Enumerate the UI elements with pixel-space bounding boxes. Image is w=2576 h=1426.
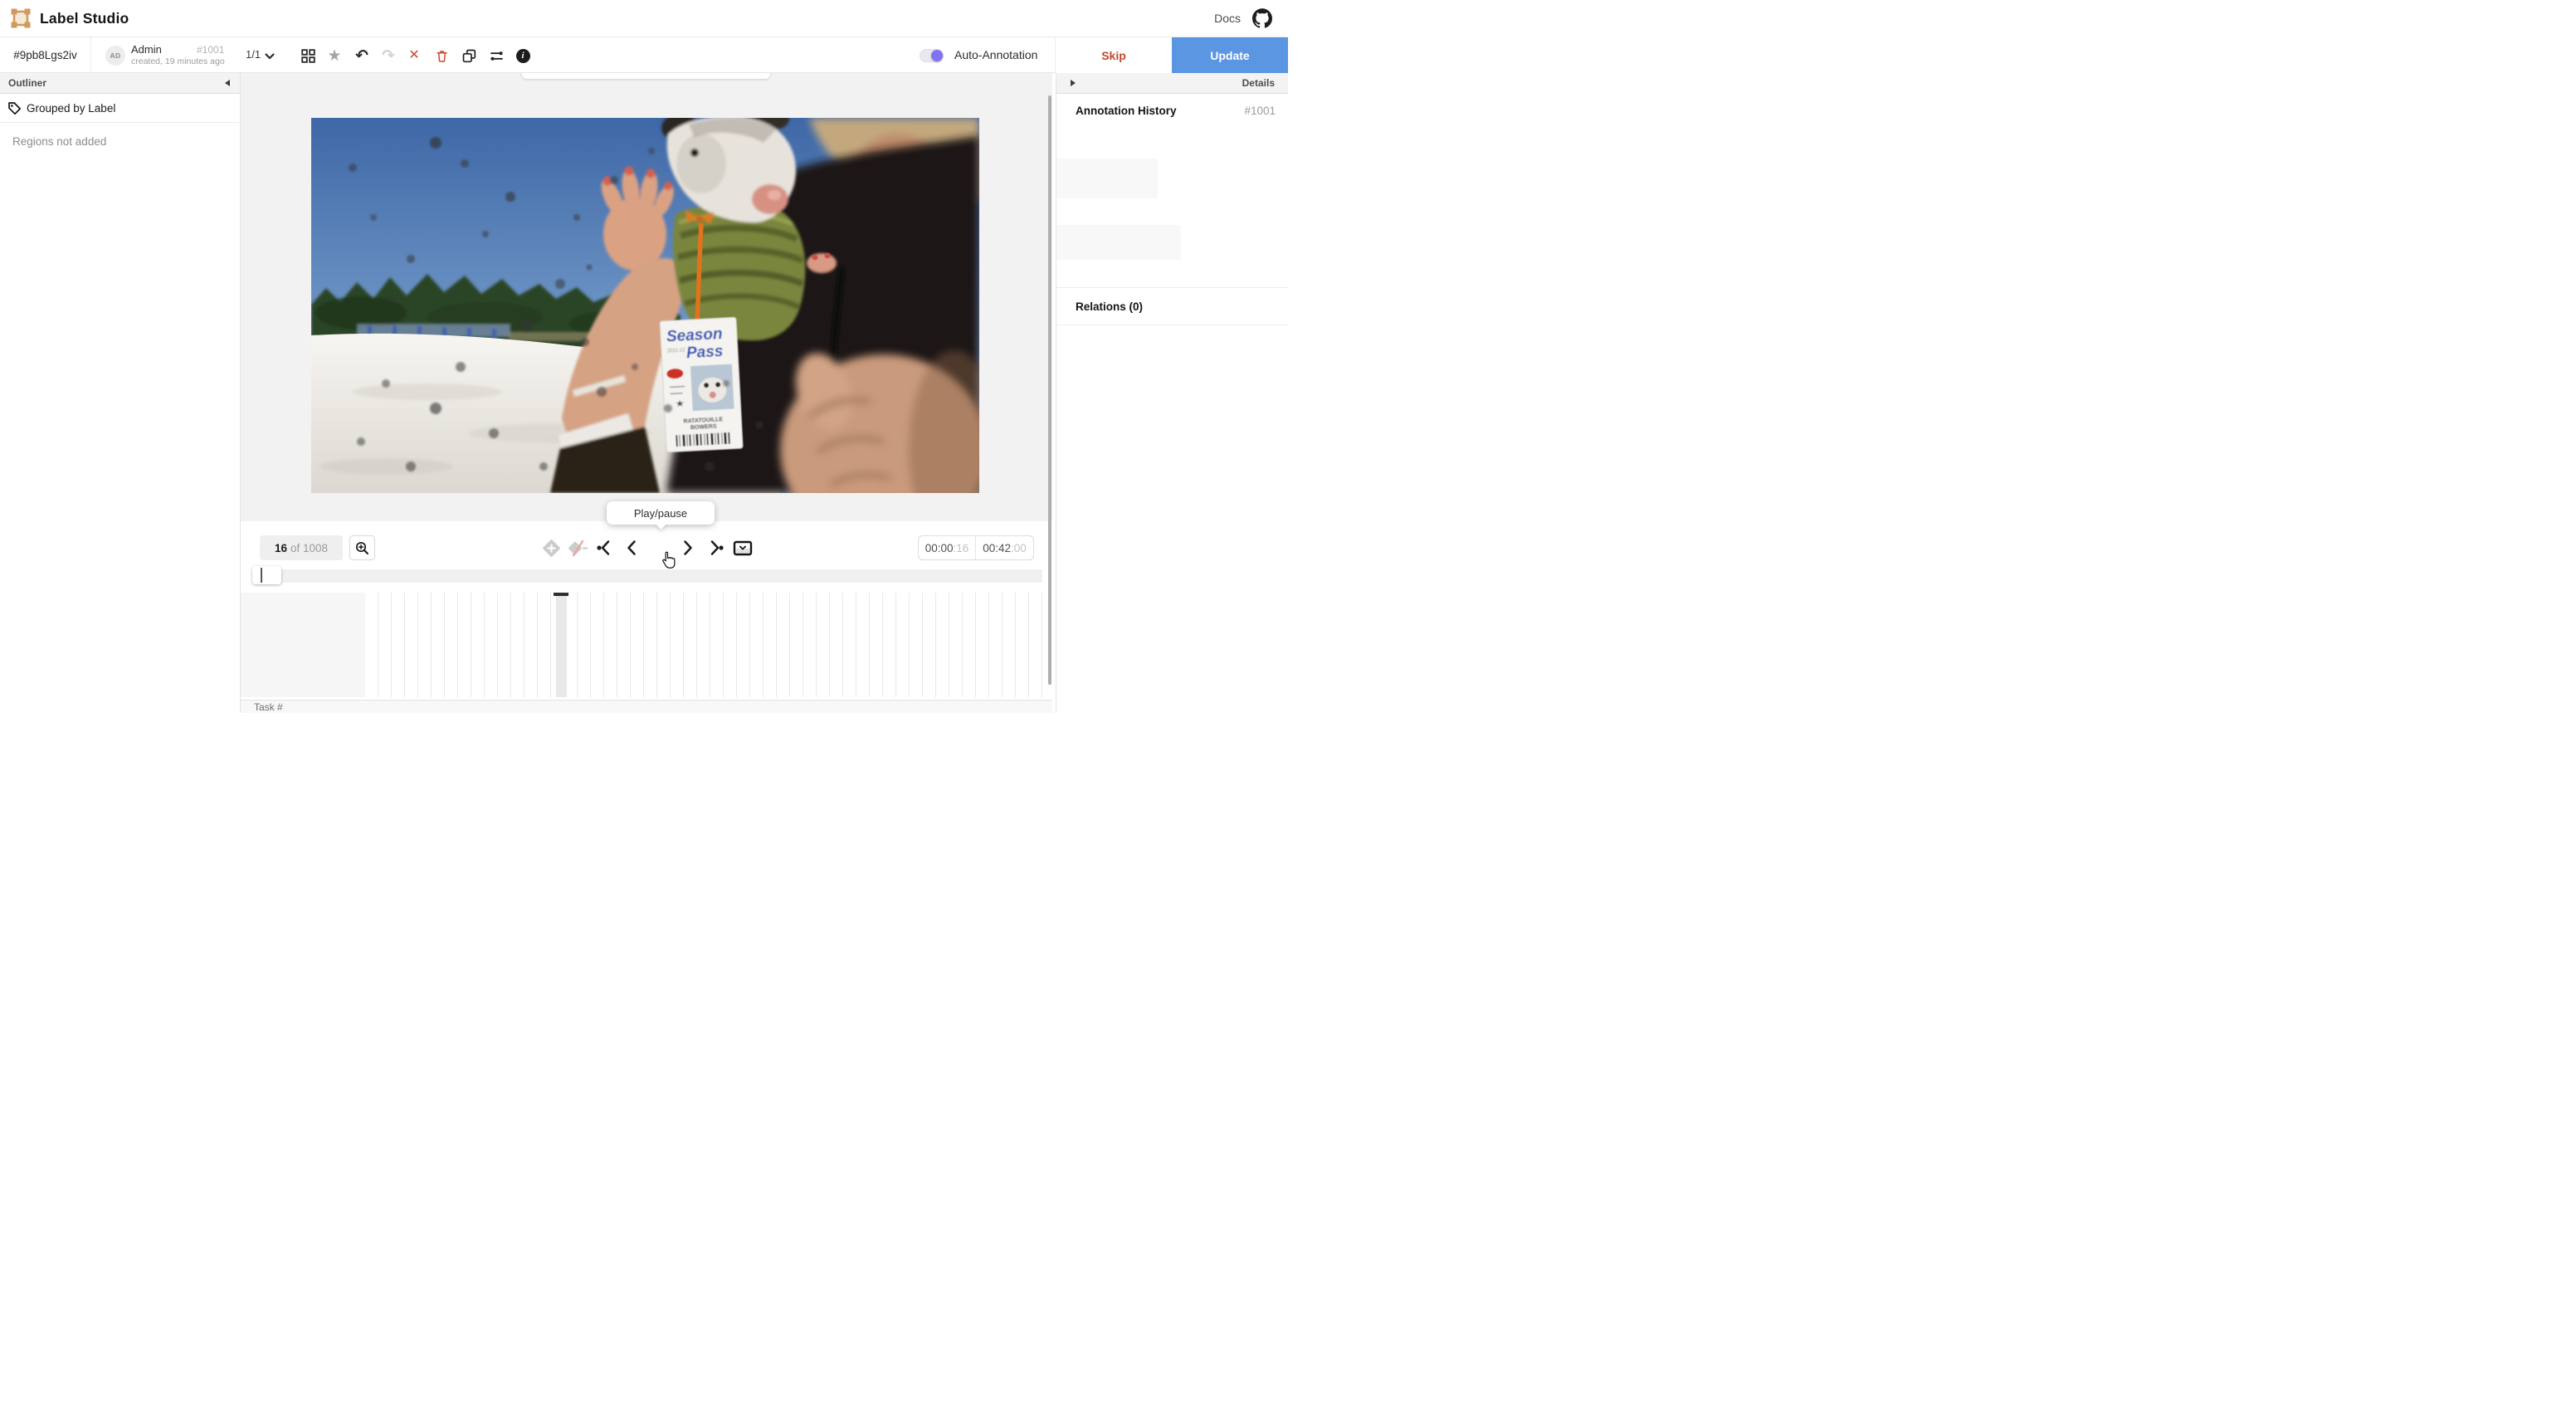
label-studio-logo-icon[interactable] — [11, 8, 31, 28]
timeline-minimap-track[interactable] — [254, 569, 1042, 583]
time-length: 00:42:00 — [976, 536, 1033, 559]
regions-empty-state: Regions not added — [12, 135, 106, 148]
previous-frame-button[interactable] — [620, 529, 645, 567]
next-frame-button[interactable] — [675, 529, 700, 567]
skip-button[interactable]: Skip — [1056, 37, 1172, 73]
sliders-icon — [490, 49, 504, 63]
settings-button[interactable] — [485, 45, 507, 66]
play-pause-tooltip: Play/pause — [607, 501, 715, 525]
outliner-title: Outliner — [8, 73, 46, 94]
svg-text:Pass: Pass — [686, 343, 724, 362]
next-keyframe-button[interactable] — [703, 529, 728, 567]
previous-keyframe-button[interactable] — [593, 529, 617, 567]
delete-annotation-button[interactable] — [431, 45, 452, 66]
docs-link[interactable]: Docs — [1214, 12, 1241, 25]
star-icon: ★ — [327, 48, 341, 64]
label-studio-app: Label Studio Docs #9pb8Lgs2iv AD Admin #… — [0, 0, 1288, 713]
details-title: Details — [1242, 73, 1275, 94]
current-frame: 16 — [275, 542, 287, 554]
chevron-left-icon — [623, 539, 642, 557]
timeline-grid[interactable] — [241, 593, 1052, 697]
annotation-history-title: Annotation History — [1076, 105, 1177, 117]
keyframe-add-button[interactable] — [539, 529, 564, 567]
undo-button[interactable]: ↶ — [351, 45, 373, 66]
timeline-frames[interactable] — [365, 593, 1052, 697]
expand-right-icon[interactable] — [1071, 80, 1076, 86]
info-button[interactable]: i — [512, 45, 534, 66]
duplicate-annotation-button[interactable] — [458, 45, 480, 66]
update-button[interactable]: Update — [1172, 37, 1288, 73]
video-badge: Season Pass 2011-12 RATATOUILLE BOWERS — [660, 317, 743, 452]
chevron-down-icon[interactable] — [264, 51, 276, 62]
github-icon[interactable] — [1252, 8, 1272, 28]
grid-view-button[interactable] — [297, 45, 319, 66]
details-panel: Details Annotation History #1001 Relatio… — [1056, 73, 1288, 713]
trash-icon — [435, 49, 449, 63]
timeline-collapse-button[interactable] — [730, 529, 755, 567]
total-frames: of 1008 — [290, 542, 328, 554]
collapse-panel-icon — [733, 539, 753, 557]
undo-icon: ↶ — [355, 48, 368, 64]
floating-toolbar-edge — [522, 73, 770, 79]
time-display: 00:00:16 00:42:00 — [918, 535, 1034, 560]
history-skeleton — [1056, 159, 1158, 198]
annotation-toolbar: #9pb8Lgs2iv AD Admin #1001 created, 19 m… — [0, 37, 1288, 73]
keyframe-add-icon — [542, 539, 561, 558]
app-title: Label Studio — [40, 10, 129, 27]
main-content: Season Pass 2011-12 RATATOUILLE BOWERS — [241, 73, 1052, 713]
group-by-label-select[interactable]: Grouped by Label — [0, 94, 240, 123]
next-keyframe-icon — [706, 539, 724, 557]
annotation-created: created, 19 minutes ago — [131, 56, 225, 66]
info-icon: i — [516, 49, 530, 63]
outliner-panel: Outliner Grouped by Label Regions not ad… — [0, 73, 241, 713]
frame-counter-input[interactable]: 16 of 1008 — [260, 535, 343, 560]
top-bar: Label Studio Docs — [0, 0, 1288, 37]
chevron-right-icon — [678, 539, 696, 557]
video-canvas[interactable]: Season Pass 2011-12 RATATOUILLE BOWERS — [311, 118, 979, 493]
zoom-in-button[interactable] — [349, 535, 375, 560]
video-foreground-hand — [780, 345, 979, 493]
tag-icon — [7, 101, 22, 115]
details-header: Details — [1056, 73, 1288, 94]
relations-section[interactable]: Relations (0) — [1056, 287, 1288, 325]
annotation-history-id: #1001 — [1244, 105, 1276, 117]
timeline-pre-roll — [241, 593, 365, 697]
toggle-knob — [931, 50, 943, 61]
user-avatar[interactable]: AD — [105, 46, 125, 66]
reset-icon: ✕ — [408, 49, 419, 62]
timeline-playhead-column[interactable] — [556, 593, 567, 697]
annotation-pager: 1/1 — [246, 48, 261, 61]
auto-annotation-toggle[interactable] — [920, 49, 944, 62]
star-button[interactable]: ★ — [324, 45, 345, 66]
keyframe-remove-button[interactable] — [565, 529, 590, 567]
vertical-scrollbar[interactable] — [1048, 95, 1051, 685]
svg-text:2011-12: 2011-12 — [667, 348, 686, 354]
task-strip: Task # — [241, 700, 1052, 713]
timeline-minimap-viewport[interactable] — [252, 566, 281, 584]
collapse-left-icon[interactable] — [225, 80, 230, 86]
group-mode-label: Grouped by Label — [27, 102, 115, 115]
time-position: 00:00:16 — [919, 536, 976, 559]
user-name: Admin — [131, 43, 162, 56]
auto-annotation-label: Auto-Annotation — [954, 48, 1037, 61]
hand-cursor-icon — [660, 551, 678, 569]
keyframe-remove-icon — [568, 539, 588, 558]
annotation-id: #1001 — [197, 44, 224, 56]
relations-title: Relations (0) — [1076, 300, 1143, 313]
task-strip-label: Task # — [254, 701, 283, 713]
reset-button[interactable]: ✕ — [403, 45, 425, 66]
duplicate-icon — [462, 49, 476, 63]
minimap-playhead — [261, 568, 262, 583]
previous-keyframe-icon — [596, 539, 614, 557]
history-skeleton — [1056, 225, 1181, 260]
player-controls-area: 16 of 1008 — [241, 521, 1052, 713]
redo-button[interactable]: ↷ — [378, 45, 399, 66]
timeline-playhead-handle[interactable] — [554, 593, 568, 596]
redo-icon: ↷ — [382, 48, 395, 64]
task-id: #9pb8Lgs2iv — [0, 37, 91, 73]
outliner-header: Outliner — [0, 73, 240, 94]
magnifier-plus-icon — [355, 541, 369, 555]
